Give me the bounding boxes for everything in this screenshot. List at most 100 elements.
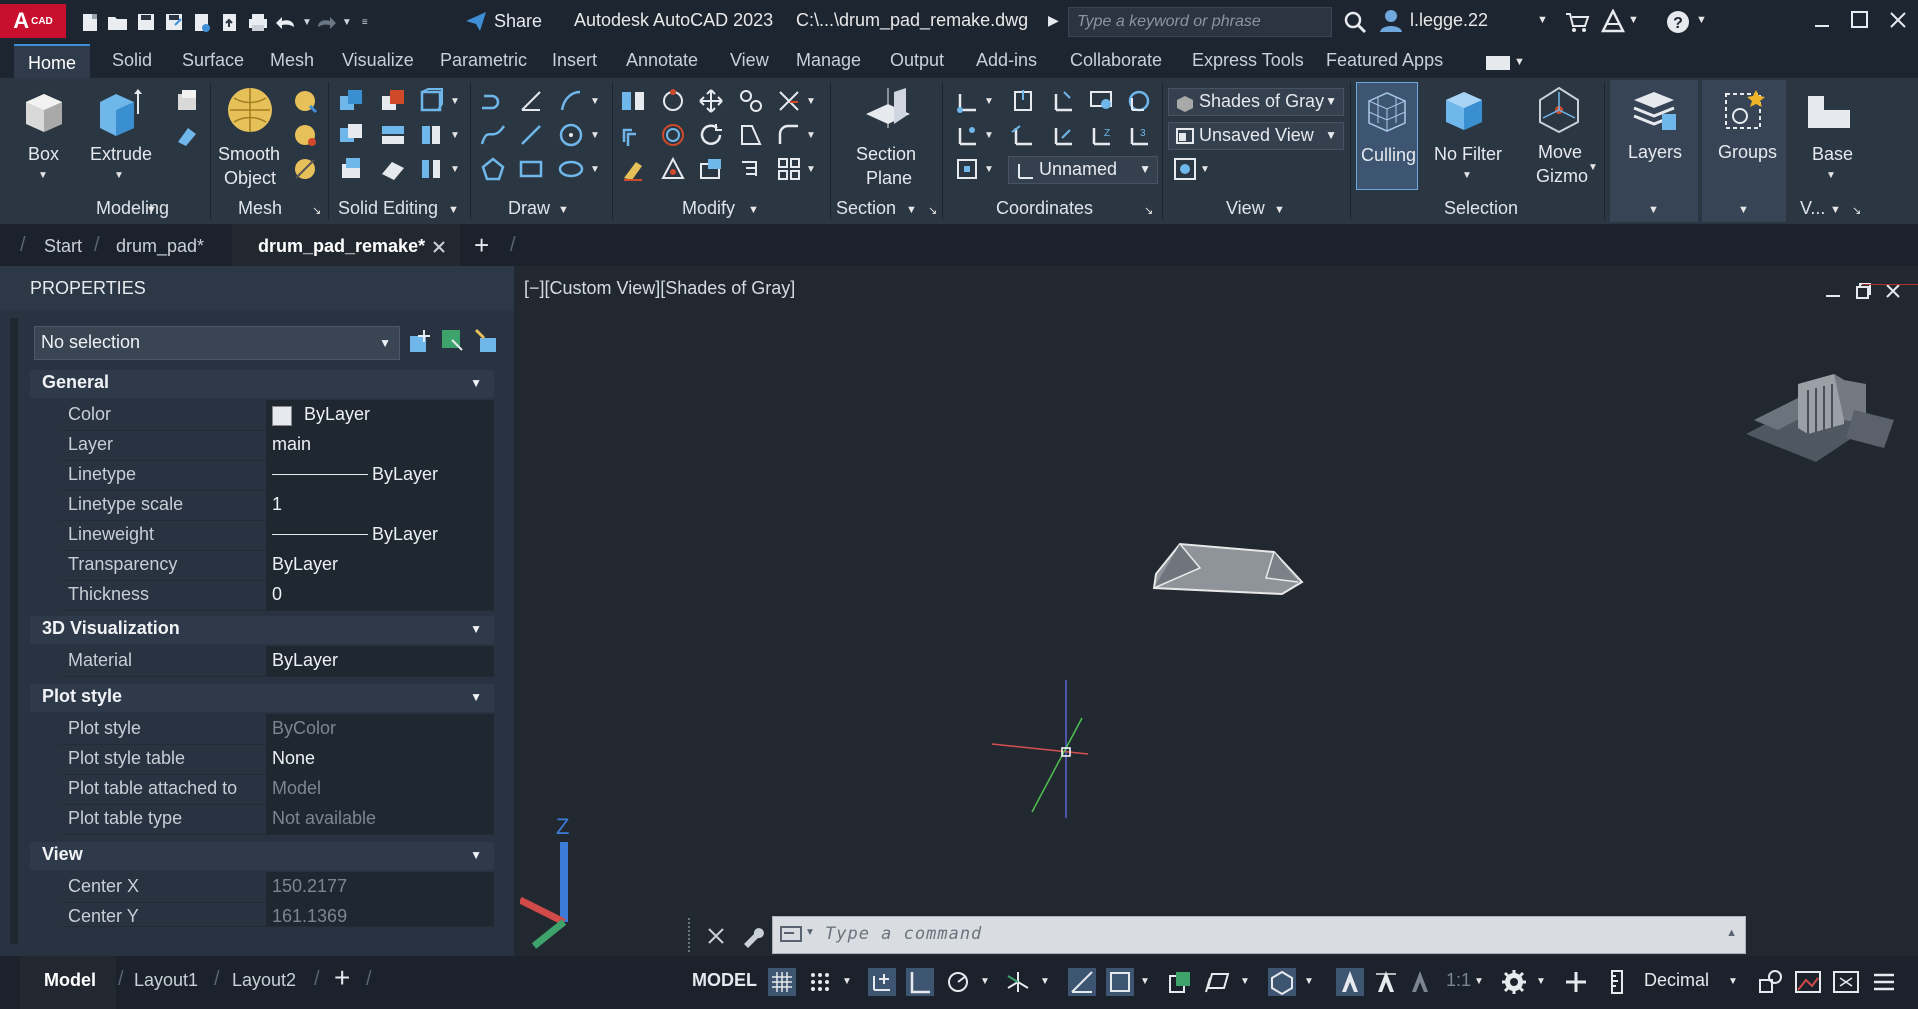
workspace-dropdown-icon[interactable]: ▼ [1536,976,1546,987]
tab-home[interactable]: Home [14,44,91,78]
stretch-icon[interactable] [698,156,724,182]
expand-arrow-icon[interactable]: ▶ [1048,12,1059,29]
tab-start[interactable]: Start [44,236,82,257]
ucs-view-icon[interactable] [1088,88,1114,114]
fillet-icon[interactable] [776,122,802,148]
property-row[interactable]: Color ByLayer [60,400,494,431]
tab-manage[interactable]: Manage [796,50,861,71]
minimize-icon[interactable] [1812,12,1832,32]
array-icon[interactable] [776,156,802,182]
close-tab-icon[interactable] [432,240,446,254]
section-view[interactable]: View ▼ [30,842,494,870]
tab-annotate[interactable]: Annotate [626,50,698,71]
mesh-dialog-launcher-icon[interactable]: ↘ [312,204,321,217]
save-to-web-icon[interactable] [216,8,244,36]
new-icon[interactable] [76,8,104,36]
open-from-web-icon[interactable] [188,8,216,36]
ucs-x-icon[interactable] [1050,88,1076,114]
annotation-scale-dropdown-icon[interactable]: ▼ [1474,976,1484,987]
move-gizmo-dropdown-icon[interactable]: ▼ [1588,162,1598,173]
command-line-grip[interactable] [688,918,696,952]
3d-rotate-icon[interactable] [660,122,686,148]
arc-dropdown-icon[interactable]: ▼ [590,96,600,107]
move-gizmo-label-1[interactable]: Move [1538,140,1582,164]
panel-coordinates-title[interactable]: Coordinates [996,198,1093,219]
section-general[interactable]: General ▼ [30,370,494,398]
box-icon[interactable] [20,88,68,136]
show-lineweight-icon[interactable] [1166,968,1194,996]
tab-mesh[interactable]: Mesh [270,50,314,71]
move-gizmo-icon[interactable] [1534,84,1584,136]
tab-layout1[interactable]: Layout1 [134,970,198,991]
auto-scale-icon[interactable] [1372,968,1400,996]
mesh-smooth-more-icon[interactable] [292,122,318,148]
select-objects-icon[interactable] [440,328,466,354]
redo-dropdown-icon[interactable]: ▼ [342,17,352,28]
property-row[interactable]: Linetype scale 1 [60,490,494,521]
ucs-dropdown-icon[interactable]: ▼ [984,96,994,107]
arc-icon[interactable] [558,88,584,114]
viewport-configuration-dropdown-icon[interactable]: ▼ [1200,164,1210,175]
property-row[interactable]: Thickness 0 [60,580,494,611]
subtract-icon[interactable] [380,88,406,114]
autodesk-app-store-icon[interactable] [1600,9,1626,35]
view-truncated-expand-icon[interactable]: ▼ [1830,204,1841,216]
mesh-box-icon[interactable] [292,88,318,114]
ucs-icon-properties-icon[interactable] [954,156,980,182]
ucs-zaxis-icon[interactable]: 3 [1126,122,1152,148]
extract-edges-icon[interactable] [380,156,406,182]
spline-icon[interactable] [480,122,506,148]
graphics-performance-icon[interactable] [1794,968,1822,996]
polysolid-icon[interactable] [174,122,200,148]
section-expand-icon[interactable]: ▼ [906,204,917,216]
viewport-controls-label[interactable]: [−][Custom View][Shades of Gray] [524,278,795,299]
line-icon[interactable] [518,122,544,148]
mesh-refine-icon[interactable] [292,156,318,182]
quick-properties-icon[interactable] [1756,968,1784,996]
customization-menu-icon[interactable] [1870,968,1898,996]
property-row[interactable]: Layer main [60,430,494,461]
palette-grip[interactable] [10,318,18,944]
layers-button[interactable]: Layers ▼ [1610,80,1698,222]
3d-array-icon[interactable] [660,88,686,114]
tab-output[interactable]: Output [890,50,944,71]
annotation-scale-value[interactable]: 1:1 [1446,970,1471,991]
tab-surface[interactable]: Surface [182,50,244,71]
user-dropdown-icon[interactable]: ▼ [1537,14,1548,26]
property-row[interactable]: Center X 150.2177 [60,872,494,903]
property-row[interactable]: Plot table attached to Model [60,774,494,805]
no-filter-label[interactable]: No Filter [1434,142,1502,166]
drawing-viewport[interactable] [520,270,1918,956]
tab-parametric[interactable]: Parametric [440,50,527,71]
units-icon[interactable] [1604,968,1632,996]
named-view-select[interactable]: Unsaved View ▼ [1168,122,1344,150]
undo-dropdown-icon[interactable]: ▼ [302,17,312,28]
tab-layout2[interactable]: Layout2 [232,970,296,991]
intersect-icon[interactable] [338,122,364,148]
drum-pad-3d-object[interactable] [1150,538,1306,598]
recent-commands-icon[interactable] [779,925,805,945]
culling-button[interactable]: Culling [1356,82,1418,190]
search-icon[interactable] [1342,9,1368,35]
properties-header[interactable]: PROPERTIES [0,266,514,310]
section-plane-label-1[interactable]: Section [856,142,916,166]
property-row[interactable]: Plot table type Not available [60,804,494,835]
presspull-icon[interactable] [174,88,200,114]
viewcube-icon[interactable] [1744,344,1908,464]
ellipse-dropdown-icon[interactable]: ▼ [590,164,600,175]
units-dropdown-icon[interactable]: ▼ [1728,976,1738,987]
tab-collaborate[interactable]: Collaborate [1070,50,1162,71]
command-line-customize-icon[interactable] [740,924,764,948]
panel-view-title[interactable]: View [1226,198,1265,219]
circle-dropdown-icon[interactable]: ▼ [590,130,600,141]
object-snap-dropdown-icon[interactable]: ▼ [1140,976,1150,987]
polyline-icon[interactable] [480,88,506,114]
save-as-icon[interactable] [160,8,188,36]
snap-dropdown-icon[interactable]: ▼ [842,976,852,987]
tab-insert[interactable]: Insert [552,50,597,71]
open-icon[interactable] [104,8,132,36]
solid-editing-expand-icon[interactable]: ▼ [448,204,459,216]
ucs-y-icon[interactable] [1050,122,1076,148]
section-dialog-launcher-icon[interactable]: ↘ [928,204,937,217]
ucs-z-icon[interactable]: Z [1088,122,1114,148]
